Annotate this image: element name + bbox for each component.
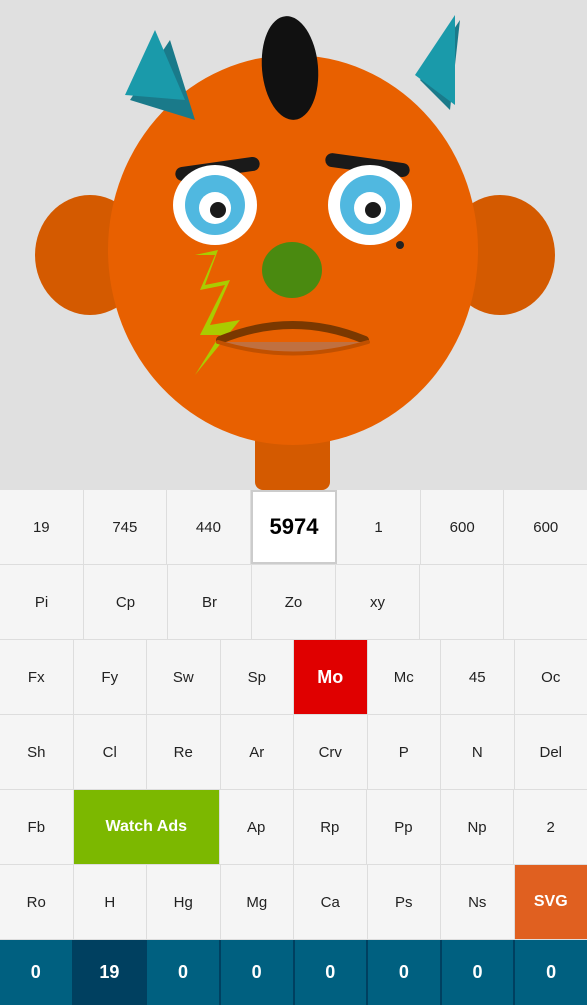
cell-mo[interactable]: Mo [294, 640, 368, 714]
grid-area: 19 745 440 5974 1 600 600 Pi Cp Br Zo xy… [0, 490, 587, 1005]
grid-row-1: 19 745 440 5974 1 600 600 [0, 490, 587, 565]
cell-sw[interactable]: Sw [147, 640, 221, 714]
cell-pi[interactable]: Pi [0, 565, 84, 639]
grid-row-4: Sh Cl Re Ar Crv P N Del [0, 715, 587, 790]
cell-19[interactable]: 19 [0, 490, 84, 564]
cell-2[interactable]: 2 [514, 790, 587, 864]
cell-del[interactable]: Del [515, 715, 587, 789]
cell-br[interactable]: Br [168, 565, 252, 639]
cell-440[interactable]: 440 [167, 490, 251, 564]
cell-cp[interactable]: Cp [84, 565, 168, 639]
cell-np[interactable]: Np [441, 790, 515, 864]
cell-600a[interactable]: 600 [421, 490, 505, 564]
cell-ca[interactable]: Ca [294, 865, 368, 939]
score-0a: 0 [0, 940, 74, 1005]
cell-h[interactable]: H [74, 865, 148, 939]
grid-row-3: Fx Fy Sw Sp Mo Mc 45 Oc [0, 640, 587, 715]
cell-oc[interactable]: Oc [515, 640, 587, 714]
score-19: 19 [74, 940, 148, 1005]
grid-row-5: Fb Watch Ads Ap Rp Pp Np 2 [0, 790, 587, 865]
cell-600b[interactable]: 600 [504, 490, 587, 564]
score-0f: 0 [442, 940, 516, 1005]
cell-zo[interactable]: Zo [252, 565, 336, 639]
cell-fb[interactable]: Fb [0, 790, 74, 864]
character-svg [0, 0, 587, 490]
score-0d: 0 [295, 940, 369, 1005]
cell-45[interactable]: 45 [441, 640, 515, 714]
cell-crv[interactable]: Crv [294, 715, 368, 789]
cell-hg[interactable]: Hg [147, 865, 221, 939]
grid-row-2: Pi Cp Br Zo xy [0, 565, 587, 640]
cell-p[interactable]: P [368, 715, 442, 789]
cell-empty-2 [504, 565, 587, 639]
cell-ps[interactable]: Ps [368, 865, 442, 939]
cell-fy[interactable]: Fy [74, 640, 148, 714]
cell-pp[interactable]: Pp [367, 790, 441, 864]
cell-fx[interactable]: Fx [0, 640, 74, 714]
watch-ads-button[interactable]: Watch Ads [74, 790, 220, 864]
cell-ro[interactable]: Ro [0, 865, 74, 939]
cell-sp[interactable]: Sp [221, 640, 295, 714]
cell-ns[interactable]: Ns [441, 865, 515, 939]
cell-cl[interactable]: Cl [74, 715, 148, 789]
character-area [0, 0, 587, 490]
cell-mg[interactable]: Mg [221, 865, 295, 939]
bottom-scores-row: 0 19 0 0 0 0 0 0 [0, 940, 587, 1005]
cell-score: 5974 [251, 490, 338, 564]
cell-745[interactable]: 745 [84, 490, 168, 564]
cell-re[interactable]: Re [147, 715, 221, 789]
score-0b: 0 [147, 940, 221, 1005]
cell-ap[interactable]: Ap [220, 790, 294, 864]
cell-n[interactable]: N [441, 715, 515, 789]
score-0c: 0 [221, 940, 295, 1005]
score-0g: 0 [515, 940, 587, 1005]
cell-rp[interactable]: Rp [294, 790, 368, 864]
cell-1[interactable]: 1 [337, 490, 421, 564]
cell-empty-1 [420, 565, 504, 639]
cell-sh[interactable]: Sh [0, 715, 74, 789]
cell-mc[interactable]: Mc [368, 640, 442, 714]
cell-ar[interactable]: Ar [221, 715, 295, 789]
cell-svg[interactable]: SVG [515, 865, 587, 939]
cell-xy[interactable]: xy [336, 565, 420, 639]
score-0e: 0 [368, 940, 442, 1005]
grid-row-6: Ro H Hg Mg Ca Ps Ns SVG [0, 865, 587, 940]
